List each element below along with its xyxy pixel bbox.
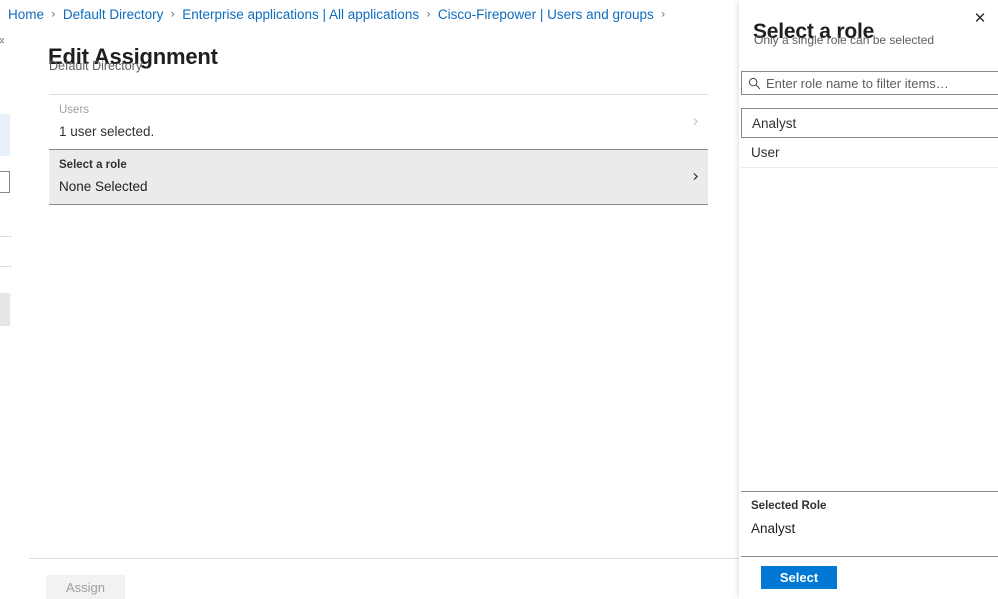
command-bar-divider — [29, 558, 740, 559]
breadcrumb-separator-icon: › — [51, 7, 56, 21]
assignment-form: Users 1 user selected. › Select a role N… — [49, 94, 708, 205]
breadcrumb-item-default-directory[interactable]: Default Directory — [63, 7, 164, 22]
breadcrumb: Home › Default Directory › Enterprise ap… — [8, 4, 673, 24]
form-row-select-a-role-label: Select a role — [59, 159, 127, 171]
close-icon[interactable]: ✕ — [969, 7, 991, 29]
background-checkbox[interactable] — [0, 171, 10, 193]
page-subtitle: Default Directory — [49, 59, 143, 73]
assign-button[interactable]: Assign — [46, 575, 125, 599]
search-icon — [742, 77, 766, 90]
select-button[interactable]: Select — [761, 566, 837, 589]
app-root: « Home › Default Directory › Enterprise … — [0, 0, 998, 599]
search-input[interactable] — [766, 75, 998, 91]
form-row-users[interactable]: Users 1 user selected. › — [49, 95, 708, 149]
role-list-item-user[interactable]: User — [741, 138, 998, 168]
form-row-select-a-role-value: None Selected — [59, 178, 148, 194]
selected-role-summary: Selected Role Analyst — [741, 491, 998, 557]
breadcrumb-separator-icon: › — [170, 7, 176, 21]
chevron-right-icon: › — [692, 111, 699, 132]
panel-subtitle: Only a single role can be selected — [754, 33, 935, 47]
role-list-item-label: User — [751, 145, 780, 160]
breadcrumb-separator-icon: › — [660, 7, 666, 21]
breadcrumb-separator-icon: › — [426, 7, 431, 21]
background-divider — [0, 266, 12, 267]
role-list-item-label: Analyst — [752, 115, 797, 131]
breadcrumb-item-enterprise-applications[interactable]: Enterprise applications | All applicatio… — [182, 7, 419, 22]
selected-role-label: Selected Role — [751, 500, 827, 512]
select-a-role-panel: Select a role Only a single role can be … — [739, 0, 998, 599]
form-row-select-a-role[interactable]: Select a role None Selected › — [49, 149, 708, 205]
background-selected-row — [0, 114, 10, 156]
collapse-blade-icon[interactable]: « — [0, 34, 5, 46]
role-list-item-analyst[interactable]: Analyst — [741, 108, 998, 138]
form-row-users-label: Users — [59, 104, 90, 116]
breadcrumb-item-cisco-firepower[interactable]: Cisco-Firepower | Users and groups — [438, 7, 654, 22]
edit-assignment-blade: Home › Default Directory › Enterprise ap… — [8, 0, 740, 599]
chevron-right-icon: › — [692, 166, 699, 187]
background-divider — [0, 236, 12, 237]
background-panel-block — [0, 293, 10, 326]
role-filter-search[interactable] — [741, 71, 998, 95]
role-list: Analyst User — [741, 108, 998, 168]
selected-role-value: Analyst — [751, 520, 796, 536]
breadcrumb-item-home[interactable]: Home — [8, 7, 44, 22]
form-row-users-value: 1 user selected. — [59, 123, 155, 139]
